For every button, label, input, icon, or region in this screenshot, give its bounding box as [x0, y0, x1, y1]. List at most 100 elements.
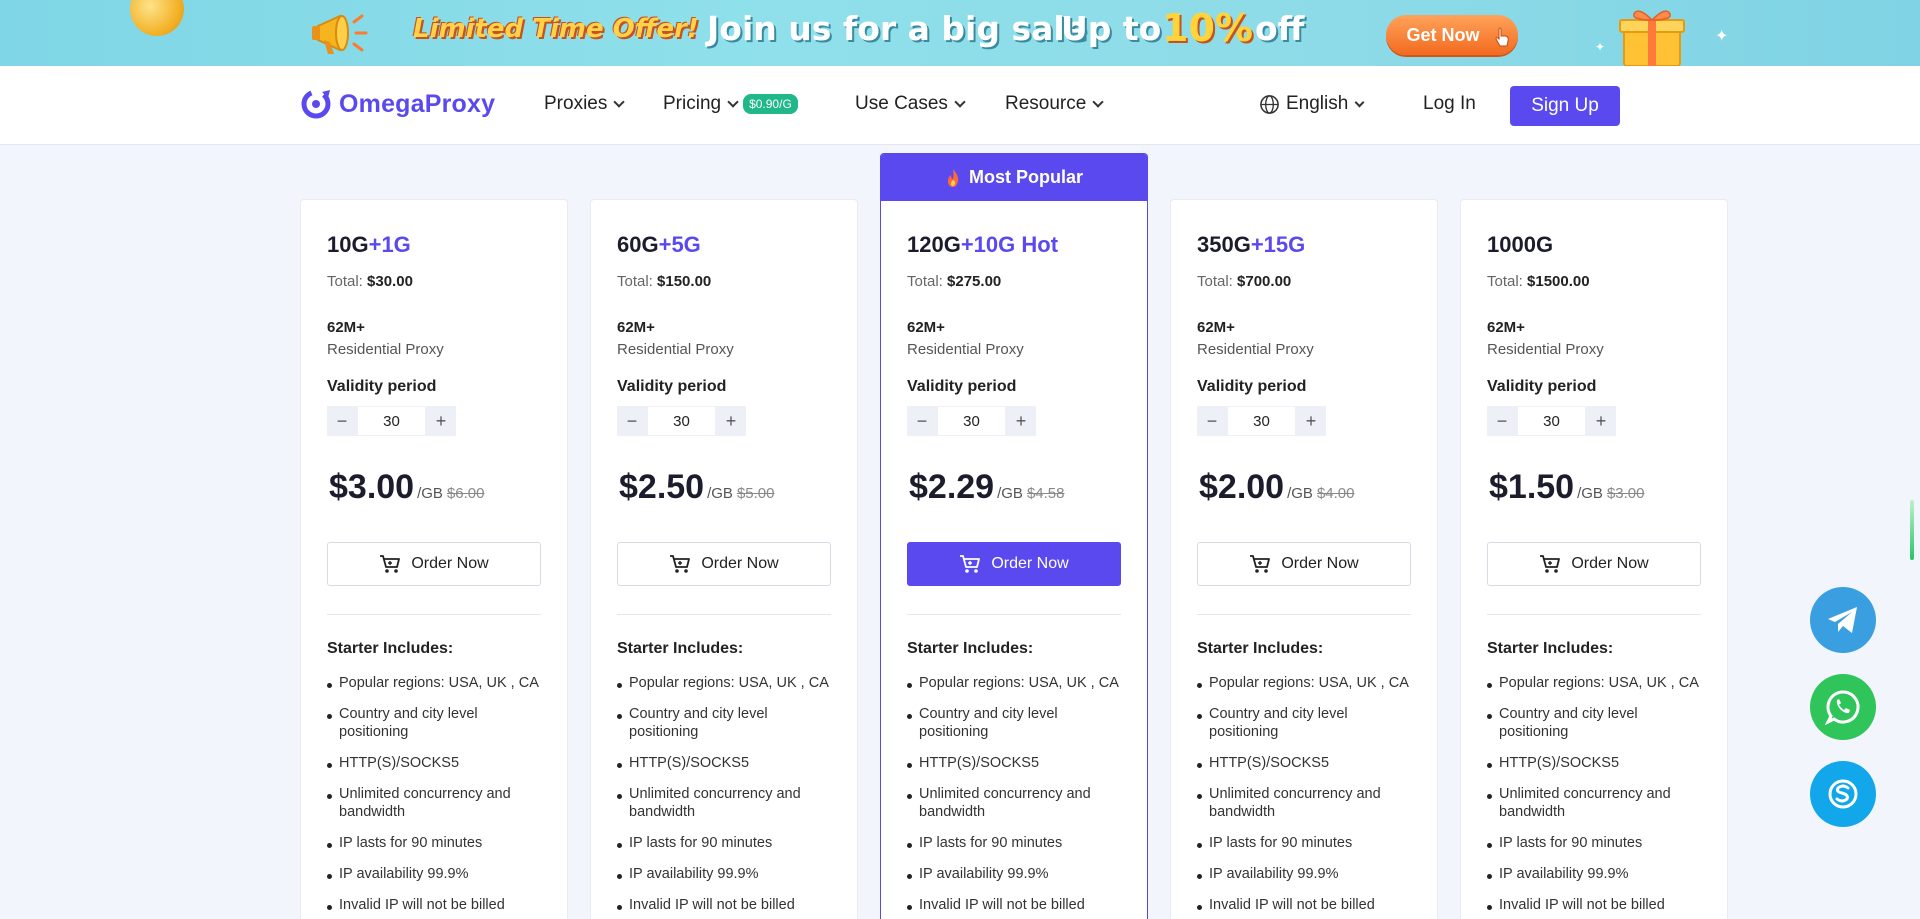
feature-item: Invalid IP will not be billed	[907, 896, 1125, 914]
plan-name: 10G+1G	[327, 232, 411, 258]
promo-upto-text: Up to	[1061, 9, 1162, 48]
price-unit: /GB	[707, 485, 733, 502]
decrement-button[interactable]: −	[617, 406, 647, 436]
feature-list: Popular regions: USA, UK , CA Country and…	[907, 674, 1125, 919]
includes-heading: Starter Includes:	[1487, 640, 1614, 657]
total-value: $700.00	[1237, 273, 1292, 290]
nav-resource[interactable]: Resource	[1005, 93, 1104, 115]
order-now-button[interactable]: Order Now	[617, 542, 831, 586]
total-label: Total:	[327, 273, 363, 290]
order-now-label: Order Now	[701, 555, 779, 572]
promo-banner[interactable]: Limited Time Offer! Join us for a big sa…	[0, 0, 1920, 66]
feature-item: IP lasts for 90 minutes	[617, 834, 835, 852]
plan-total: Total: $700.00	[1197, 273, 1291, 290]
language-label: English	[1286, 93, 1349, 114]
increment-button[interactable]: +	[1296, 406, 1326, 436]
skype-icon	[1828, 779, 1858, 809]
includes-heading: Starter Includes:	[327, 640, 454, 657]
plan-bonus: +10G Hot	[960, 232, 1059, 257]
plan-base: 60G	[617, 232, 659, 257]
price-value: $2.50	[619, 468, 705, 506]
login-link[interactable]: Log In	[1423, 93, 1476, 115]
gift-box-icon	[1619, 10, 1685, 66]
increment-button[interactable]: +	[1006, 406, 1036, 436]
globe-icon	[1260, 94, 1279, 114]
feature-item: Unlimited concurrency and bandwidth	[327, 785, 545, 821]
brand-name: OmegaProxy	[339, 89, 496, 118]
skype-button[interactable]	[1810, 761, 1876, 827]
nav-proxies[interactable]: Proxies	[544, 93, 626, 115]
feature-item: Popular regions: USA, UK , CA	[1197, 674, 1415, 692]
divider	[327, 614, 541, 615]
validity-value[interactable]: 30	[357, 406, 426, 436]
promo-off-text: off	[1255, 9, 1305, 48]
validity-value[interactable]: 30	[1227, 406, 1296, 436]
validity-value[interactable]: 30	[937, 406, 1006, 436]
validity-stepper: −30 +	[617, 406, 746, 436]
feature-item: HTTP(S)/SOCKS5	[1487, 754, 1705, 772]
feature-item: Popular regions: USA, UK , CA	[327, 674, 545, 692]
nav-use-cases-label: Use Cases	[855, 93, 948, 114]
total-value: $1500.00	[1527, 273, 1590, 290]
nav-use-cases[interactable]: Use Cases	[855, 93, 966, 115]
order-now-label: Order Now	[991, 555, 1069, 572]
plan-base: 1000G	[1487, 232, 1554, 257]
telegram-button[interactable]	[1810, 587, 1876, 653]
decrement-button[interactable]: −	[1197, 406, 1227, 436]
cart-icon	[960, 555, 981, 573]
get-now-label: Get Now	[1406, 24, 1480, 45]
order-now-button[interactable]: Order Now	[907, 542, 1121, 586]
pointer-hand-icon	[1495, 27, 1509, 47]
brand-logo[interactable]: OmegaProxy	[300, 88, 495, 120]
validity-label: Validity period	[617, 378, 727, 395]
whatsapp-icon	[1825, 690, 1860, 725]
cart-icon	[670, 555, 691, 573]
feature-item: Popular regions: USA, UK , CA	[907, 674, 1125, 692]
price-value: $3.00	[329, 468, 415, 506]
includes-heading: Starter Includes:	[1197, 640, 1324, 657]
feature-item: Invalid IP will not be billed	[327, 896, 545, 914]
plan-bonus: +5G	[658, 232, 701, 257]
coin-decoration	[122, 0, 192, 44]
feature-item: IP lasts for 90 minutes	[907, 834, 1125, 852]
ip-count: 62M+	[327, 319, 365, 336]
validity-stepper: −30 +	[1197, 406, 1326, 436]
price-value: $1.50	[1489, 468, 1575, 506]
plan-total: Total: $1500.00	[1487, 273, 1590, 290]
feature-item: IP availability 99.9%	[327, 865, 545, 883]
scrollbar[interactable]	[1910, 500, 1914, 560]
validity-label: Validity period	[1197, 378, 1307, 395]
validity-value[interactable]: 30	[647, 406, 716, 436]
plan-price: $2.29/GB $4.58	[909, 468, 1064, 507]
decrement-button[interactable]: −	[1487, 406, 1517, 436]
order-now-button[interactable]: Order Now	[1197, 542, 1411, 586]
feature-item: Popular regions: USA, UK , CA	[1487, 674, 1705, 692]
increment-button[interactable]: +	[716, 406, 746, 436]
ip-count: 62M+	[617, 319, 655, 336]
get-now-button[interactable]: Get Now	[1386, 15, 1518, 55]
decrement-button[interactable]: −	[327, 406, 357, 436]
validity-value[interactable]: 30	[1517, 406, 1586, 436]
feature-list: Popular regions: USA, UK , CA Country and…	[617, 674, 835, 919]
validity-label: Validity period	[1487, 378, 1597, 395]
signup-button[interactable]: Sign Up	[1510, 86, 1620, 126]
nav-pricing[interactable]: Pricing $0.90/G	[663, 93, 798, 115]
feature-item: HTTP(S)/SOCKS5	[327, 754, 545, 772]
increment-button[interactable]: +	[1586, 406, 1616, 436]
order-now-button[interactable]: Order Now	[1487, 542, 1701, 586]
whatsapp-button[interactable]	[1810, 674, 1876, 740]
ip-count: 62M+	[1197, 319, 1235, 336]
total-label: Total:	[907, 273, 943, 290]
total-value: $275.00	[947, 273, 1002, 290]
price-unit: /GB	[417, 485, 443, 502]
promo-percent-text: 10%	[1162, 6, 1253, 50]
proxy-type: Residential Proxy	[1487, 341, 1604, 358]
original-price: $5.00	[736, 485, 775, 502]
language-selector[interactable]: English	[1259, 93, 1365, 115]
increment-button[interactable]: +	[426, 406, 456, 436]
proxy-type: Residential Proxy	[327, 341, 444, 358]
price-unit: /GB	[1287, 485, 1313, 502]
decrement-button[interactable]: −	[907, 406, 937, 436]
order-now-button[interactable]: Order Now	[327, 542, 541, 586]
ip-count: 62M+	[1487, 319, 1525, 336]
